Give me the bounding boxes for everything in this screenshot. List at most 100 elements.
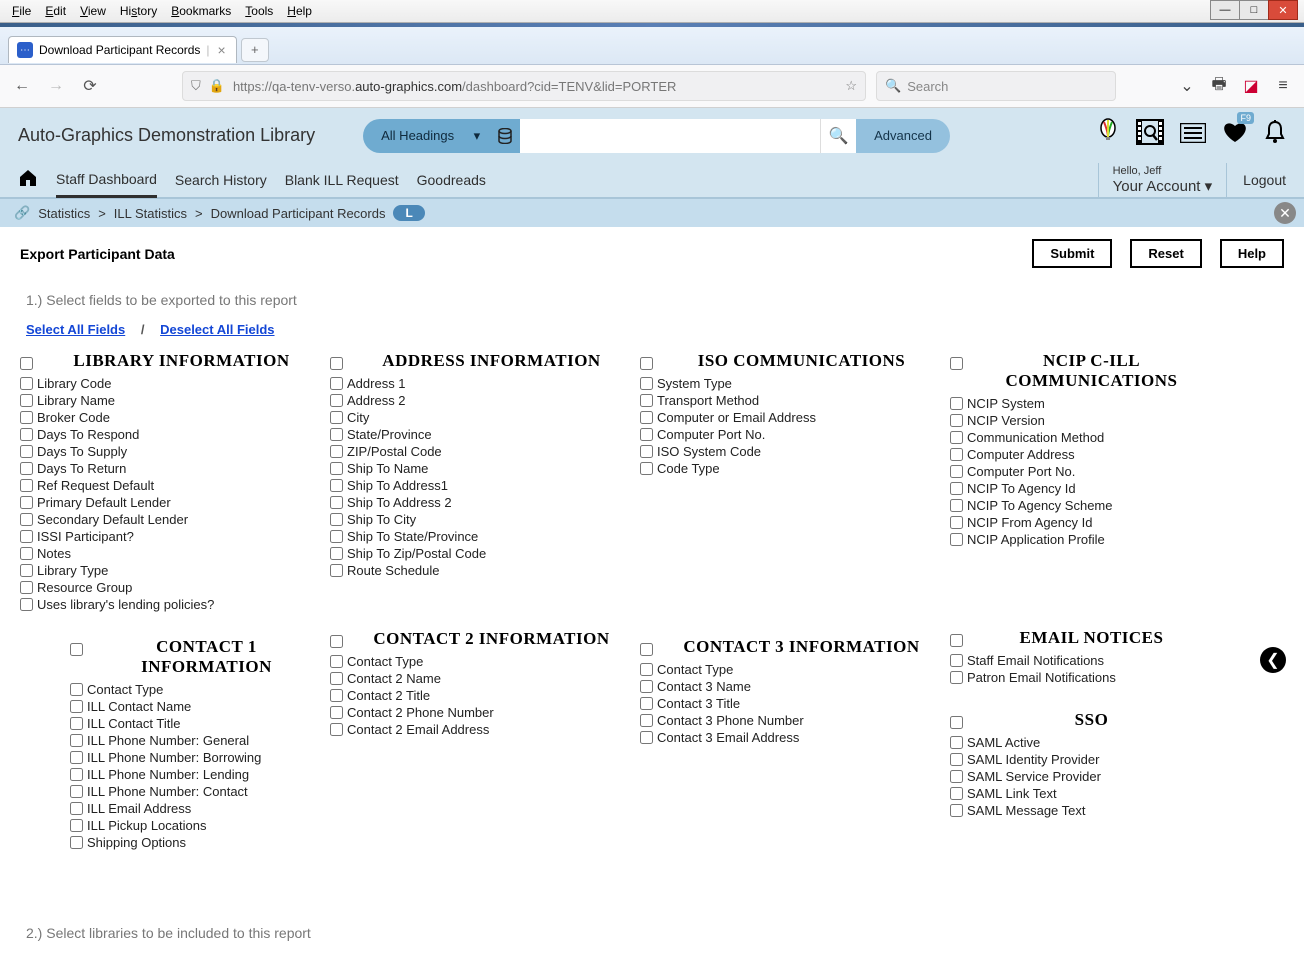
heart-icon[interactable]: F9: [1222, 120, 1248, 151]
field-checkbox[interactable]: [20, 581, 33, 594]
field-checkbox[interactable]: [950, 787, 963, 800]
bc-download-records[interactable]: Download Participant Records: [211, 206, 386, 221]
reload-button[interactable]: ⟳: [78, 74, 102, 98]
field-checkbox[interactable]: [20, 428, 33, 441]
field-checkbox[interactable]: [950, 499, 963, 512]
main-search-input[interactable]: [520, 119, 820, 153]
section-contact1-checkbox[interactable]: [70, 643, 83, 656]
logout-link[interactable]: Logout: [1243, 164, 1286, 196]
field-checkbox[interactable]: [70, 700, 83, 713]
field-checkbox[interactable]: [20, 377, 33, 390]
url-input[interactable]: ⛉ 🔒 https://qa-tenv-verso.auto-graphics.…: [182, 71, 866, 101]
field-checkbox[interactable]: [330, 428, 343, 441]
field-checkbox[interactable]: [640, 428, 653, 441]
field-checkbox[interactable]: [20, 445, 33, 458]
field-checkbox[interactable]: [70, 683, 83, 696]
close-panel-button[interactable]: ✕: [1274, 202, 1296, 224]
field-checkbox[interactable]: [70, 785, 83, 798]
hamburger-menu-icon[interactable]: ≡: [1272, 75, 1294, 97]
field-checkbox[interactable]: [20, 411, 33, 424]
field-checkbox[interactable]: [330, 689, 343, 702]
tab-close-button[interactable]: ×: [216, 42, 228, 58]
field-checkbox[interactable]: [950, 397, 963, 410]
field-checkbox[interactable]: [330, 655, 343, 668]
list-icon[interactable]: [1180, 122, 1206, 150]
menu-view[interactable]: View: [74, 2, 112, 20]
browser-search-box[interactable]: 🔍 Search: [876, 71, 1116, 101]
field-checkbox[interactable]: [950, 654, 963, 667]
nav-blank-ill-request[interactable]: Blank ILL Request: [285, 164, 399, 196]
field-checkbox[interactable]: [330, 513, 343, 526]
field-checkbox[interactable]: [950, 804, 963, 817]
field-checkbox[interactable]: [640, 714, 653, 727]
field-checkbox[interactable]: [330, 496, 343, 509]
account-block[interactable]: Hello, Jeff Your Account ▾: [1098, 163, 1228, 197]
browser-tab-active[interactable]: ⋯ Download Participant Records | ×: [8, 36, 237, 63]
bell-icon[interactable]: [1264, 120, 1286, 151]
field-checkbox[interactable]: [950, 465, 963, 478]
field-checkbox[interactable]: [950, 753, 963, 766]
field-checkbox[interactable]: [330, 672, 343, 685]
field-checkbox[interactable]: [20, 530, 33, 543]
field-checkbox[interactable]: [950, 736, 963, 749]
nav-staff-dashboard[interactable]: Staff Dashboard: [56, 163, 157, 198]
section-iso-checkbox[interactable]: [640, 357, 653, 370]
field-checkbox[interactable]: [70, 819, 83, 832]
field-checkbox[interactable]: [20, 496, 33, 509]
menu-help[interactable]: Help: [281, 2, 318, 20]
database-icon[interactable]: [490, 119, 520, 153]
forward-button[interactable]: →: [44, 74, 68, 98]
section-sso-checkbox[interactable]: [950, 716, 963, 729]
section-address-info-checkbox[interactable]: [330, 357, 343, 370]
field-checkbox[interactable]: [950, 414, 963, 427]
field-checkbox[interactable]: [950, 448, 963, 461]
field-checkbox[interactable]: [640, 663, 653, 676]
maximize-button[interactable]: □: [1239, 0, 1269, 20]
help-button[interactable]: Help: [1220, 239, 1284, 268]
field-checkbox[interactable]: [330, 394, 343, 407]
close-window-button[interactable]: ✕: [1268, 0, 1298, 20]
field-checkbox[interactable]: [330, 377, 343, 390]
main-search-button[interactable]: 🔍: [820, 119, 856, 153]
section-email-notices-checkbox[interactable]: [950, 634, 963, 647]
field-checkbox[interactable]: [70, 734, 83, 747]
field-checkbox[interactable]: [330, 547, 343, 560]
home-icon[interactable]: [18, 169, 38, 192]
menu-bookmarks[interactable]: Bookmarks: [165, 2, 237, 20]
search-scope-select[interactable]: All Headings: [363, 119, 494, 153]
reset-button[interactable]: Reset: [1130, 239, 1201, 268]
balloon-icon[interactable]: [1096, 118, 1120, 153]
collapse-arrow-button[interactable]: ❮: [1260, 647, 1286, 673]
extension-icon[interactable]: ◪: [1240, 75, 1262, 97]
field-checkbox[interactable]: [20, 513, 33, 526]
field-checkbox[interactable]: [20, 547, 33, 560]
field-checkbox[interactable]: [950, 431, 963, 444]
star-icon[interactable]: ☆: [845, 78, 857, 94]
field-checkbox[interactable]: [950, 533, 963, 546]
field-checkbox[interactable]: [640, 377, 653, 390]
menu-tools[interactable]: Tools: [239, 2, 279, 20]
minimize-button[interactable]: —: [1210, 0, 1240, 20]
field-checkbox[interactable]: [950, 516, 963, 529]
bc-ill-statistics[interactable]: ILL Statistics: [114, 206, 187, 221]
select-all-link[interactable]: Select All Fields: [26, 322, 125, 337]
field-checkbox[interactable]: [20, 479, 33, 492]
field-checkbox[interactable]: [70, 836, 83, 849]
field-checkbox[interactable]: [640, 411, 653, 424]
section-ncip-checkbox[interactable]: [950, 357, 963, 370]
field-checkbox[interactable]: [330, 723, 343, 736]
field-checkbox[interactable]: [330, 479, 343, 492]
advanced-search-button[interactable]: Advanced: [856, 119, 950, 153]
field-checkbox[interactable]: [950, 671, 963, 684]
print-icon[interactable]: 🖶: [1208, 75, 1230, 97]
field-checkbox[interactable]: [640, 680, 653, 693]
field-checkbox[interactable]: [70, 802, 83, 815]
menu-edit[interactable]: Edit: [39, 2, 72, 20]
field-checkbox[interactable]: [330, 530, 343, 543]
field-checkbox[interactable]: [330, 462, 343, 475]
field-checkbox[interactable]: [950, 482, 963, 495]
nav-goodreads[interactable]: Goodreads: [417, 164, 486, 196]
pocket-icon[interactable]: ⌄: [1176, 75, 1198, 97]
field-checkbox[interactable]: [20, 564, 33, 577]
field-checkbox[interactable]: [20, 394, 33, 407]
